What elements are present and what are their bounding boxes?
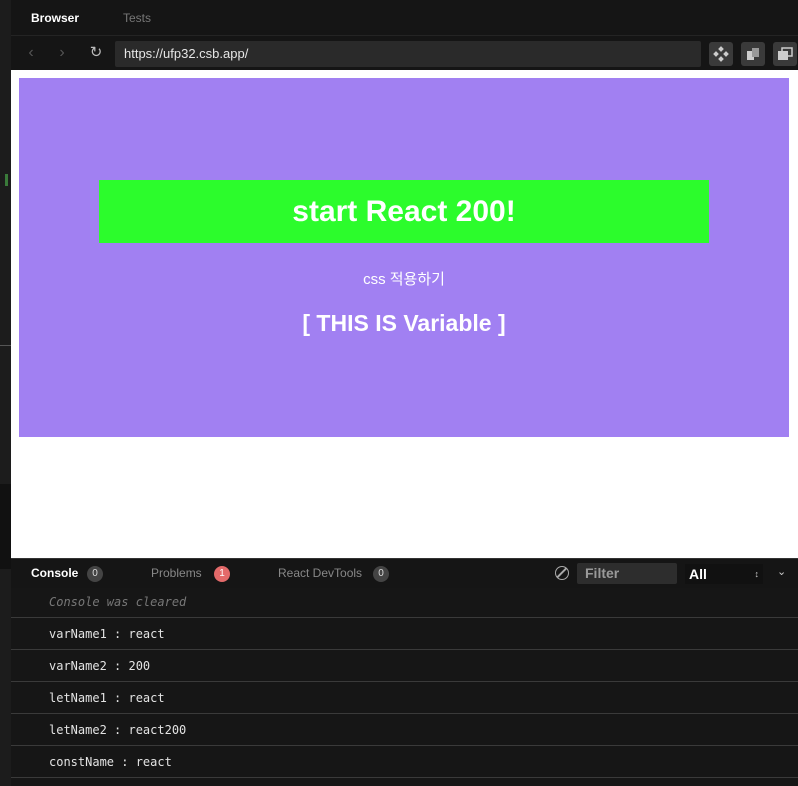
devtools-icon[interactable] xyxy=(709,42,733,66)
tab-tests[interactable]: Tests xyxy=(123,11,151,25)
browser-navbar: ‹ › ↻ https://ufp32.csb.app/ xyxy=(11,36,798,70)
chevron-down-icon[interactable]: ⌄ xyxy=(777,565,786,578)
app-heading: start React 200! xyxy=(292,194,516,228)
tab-react-devtools[interactable]: React DevTools xyxy=(278,566,362,580)
heading-box: start React 200! xyxy=(99,180,709,243)
divider xyxy=(0,345,11,346)
devtools-count-badge: 0 xyxy=(373,566,389,582)
console-cleared-message: Console was cleared xyxy=(11,588,798,618)
editor-panel-edge xyxy=(0,484,11,569)
variable-text: [ THIS IS Variable ] xyxy=(302,310,506,336)
log-row: varName2 : 200 xyxy=(11,650,798,682)
gutter-marker xyxy=(5,174,8,186)
log-row: letName2 : react200 xyxy=(11,714,798,746)
back-icon[interactable]: ‹ xyxy=(21,43,41,63)
problems-count-badge: 1 xyxy=(214,566,230,582)
forward-icon[interactable]: › xyxy=(52,43,72,63)
filter-input[interactable]: Filter xyxy=(577,563,677,584)
app-subtitle: css 적용하기 xyxy=(363,271,445,288)
log-row: constName : react xyxy=(11,746,798,778)
select-arrows-icon: ↕ xyxy=(754,569,760,579)
log-level-value: All xyxy=(689,566,707,582)
editor-edge xyxy=(0,0,11,786)
console-output: Console was cleared varName1 : react var… xyxy=(11,588,798,786)
preview-tabs: Browser Tests xyxy=(11,0,798,36)
split-view-icon[interactable] xyxy=(741,42,765,66)
console-count-badge: 0 xyxy=(87,566,103,582)
console-toolbar: Console 0 Problems 1 React DevTools 0 Fi… xyxy=(11,558,798,588)
log-row: letName1 : react xyxy=(11,682,798,714)
clear-console-icon[interactable] xyxy=(555,566,569,580)
tab-problems[interactable]: Problems xyxy=(151,566,202,580)
url-input[interactable]: https://ufp32.csb.app/ xyxy=(115,41,701,67)
refresh-icon[interactable]: ↻ xyxy=(86,43,106,63)
log-row: varName1 : react xyxy=(11,618,798,650)
tab-console[interactable]: Console xyxy=(31,566,78,580)
open-new-window-icon[interactable] xyxy=(773,42,797,66)
browser-viewport: start React 200! css 적용하기 [ THIS IS Vari… xyxy=(11,70,798,558)
log-level-select[interactable]: All ↕ xyxy=(685,564,763,584)
tab-browser[interactable]: Browser xyxy=(31,11,79,25)
app-container: start React 200! css 적용하기 [ THIS IS Vari… xyxy=(19,78,789,437)
